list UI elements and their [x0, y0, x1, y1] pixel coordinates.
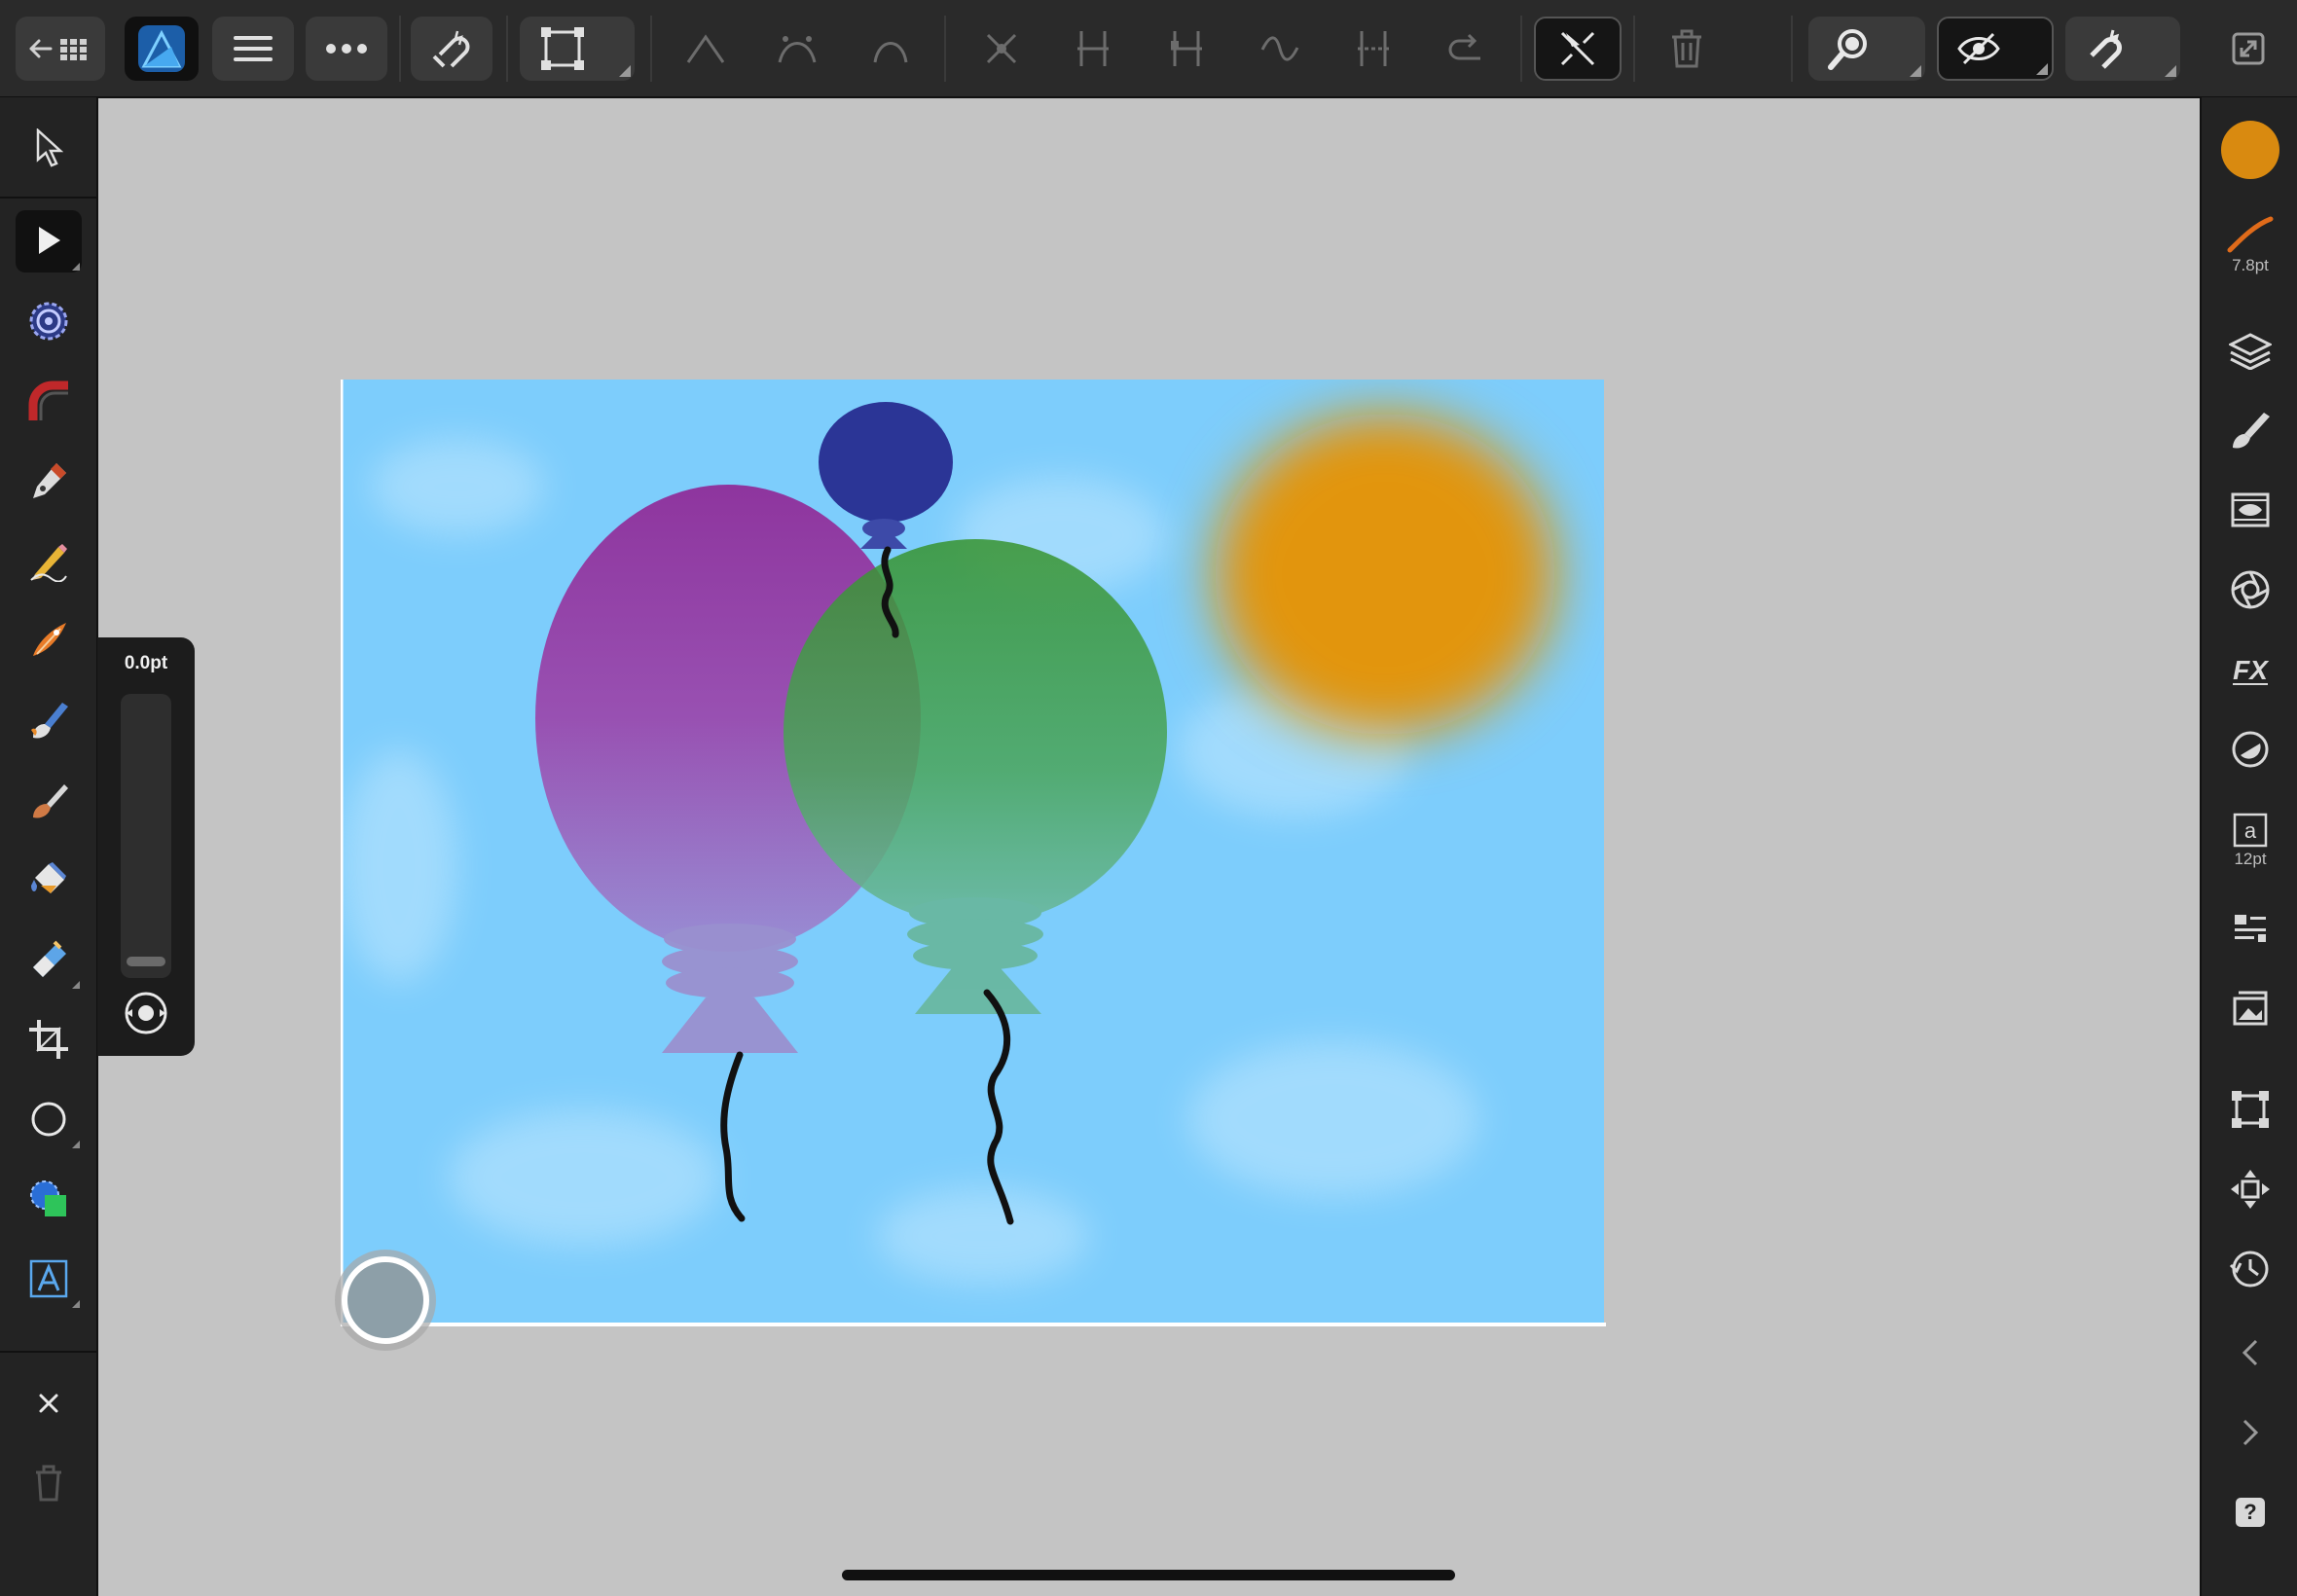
split-curve-button[interactable]: [1154, 17, 1219, 81]
stroke-width-popover: 0.0pt: [97, 637, 195, 1056]
shape-builder-tool-button[interactable]: [16, 1168, 82, 1230]
svg-text:a: a: [2244, 818, 2257, 843]
text-styles-panel-button[interactable]: a 12pt: [2219, 800, 2281, 882]
transparency-tool-button[interactable]: [16, 928, 82, 991]
transform-panel-button[interactable]: [2219, 1078, 2281, 1141]
full-screen-button[interactable]: [2219, 17, 2278, 81]
top-toolbar: [0, 0, 2297, 98]
navigator-panel-button[interactable]: [2219, 1158, 2281, 1220]
more-button[interactable]: [306, 17, 387, 81]
color-swatch[interactable]: [2219, 119, 2281, 181]
paint-brush-tool-button[interactable]: [16, 689, 82, 751]
collapse-left-icon[interactable]: [2219, 1322, 2281, 1384]
artistic-text-tool-button[interactable]: [16, 1248, 82, 1310]
sun[interactable]: [1215, 414, 1555, 735]
pen-tool-button[interactable]: [16, 450, 82, 512]
pencil-tool-button[interactable]: [16, 529, 82, 592]
zoom-button[interactable]: [1808, 17, 1925, 81]
pixel-brush-tool-button[interactable]: [16, 769, 82, 831]
contour-tool-button[interactable]: [16, 290, 82, 352]
close-curve-button[interactable]: [1341, 17, 1405, 81]
selection-to-path-button[interactable]: [1534, 17, 1622, 81]
home-indicator: [842, 1570, 1455, 1580]
brush-size-label: 7.8pt: [2232, 256, 2269, 274]
smart-corner-button[interactable]: [858, 17, 923, 81]
join-curves-button[interactable]: [969, 17, 1034, 81]
channels-panel-button[interactable]: [2219, 479, 2281, 541]
snapping-button[interactable]: [411, 17, 492, 81]
smooth-curve-button[interactable]: [1248, 17, 1312, 81]
crop-tool-button[interactable]: [16, 1008, 82, 1070]
pressure-toggle-icon[interactable]: [123, 990, 169, 1036]
back-to-documents-button[interactable]: [16, 17, 105, 81]
stroke-width-slider[interactable]: [121, 694, 171, 978]
stroke-width-value: 0.0pt: [124, 653, 168, 673]
stroke-width-slider-thumb[interactable]: [127, 957, 165, 966]
history-panel-button[interactable]: [2219, 1238, 2281, 1300]
close-button[interactable]: [16, 1372, 82, 1434]
help-button[interactable]: ?: [2219, 1481, 2281, 1543]
transform-mode-button[interactable]: [520, 17, 635, 81]
node-tool-button[interactable]: [16, 210, 82, 272]
studio-panel: 7.8pt FX a 12pt ?: [2200, 97, 2297, 1596]
fill-tool-button[interactable]: [16, 849, 82, 911]
layers-panel-button[interactable]: [2219, 319, 2281, 381]
paragraph-panel-button[interactable]: [2219, 897, 2281, 960]
svg-text:FX: FX: [2233, 655, 2270, 685]
document-canvas[interactable]: [341, 380, 1606, 1326]
break-curve-button[interactable]: [1061, 17, 1125, 81]
delete-history-button[interactable]: [16, 1452, 82, 1514]
brush-stroke-icon: [2227, 216, 2274, 253]
move-tool-button[interactable]: [16, 117, 82, 179]
adjustments-panel-button[interactable]: [2219, 559, 2281, 621]
text-size-label: 12pt: [2234, 850, 2267, 868]
vector-brush-tool-button[interactable]: [16, 609, 82, 671]
delete-button[interactable]: [1655, 17, 1719, 81]
text-style-icon: a: [2233, 813, 2268, 848]
ellipse-tool-button[interactable]: [16, 1088, 82, 1150]
sharp-corner-button[interactable]: [674, 17, 738, 81]
left-toolbar: [0, 97, 98, 1596]
expand-right-icon[interactable]: [2219, 1401, 2281, 1464]
corner-tool-button[interactable]: [16, 370, 82, 432]
brush-preview[interactable]: 7.8pt: [2219, 202, 2281, 288]
smooth-corner-button[interactable]: [765, 17, 829, 81]
app-logo-icon[interactable]: [125, 17, 199, 81]
fx-panel-button[interactable]: FX: [2219, 638, 2281, 701]
menu-button[interactable]: [212, 17, 294, 81]
styles-panel-button[interactable]: [2219, 718, 2281, 780]
assistant-button[interactable]: [2065, 17, 2180, 81]
brushes-panel-button[interactable]: [2219, 399, 2281, 461]
help-label: ?: [2236, 1498, 2265, 1527]
color-well[interactable]: [331, 1246, 440, 1355]
reverse-curve-button[interactable]: [1435, 17, 1499, 81]
view-mode-button[interactable]: [1937, 17, 2054, 81]
stock-panel-button[interactable]: [2219, 977, 2281, 1039]
